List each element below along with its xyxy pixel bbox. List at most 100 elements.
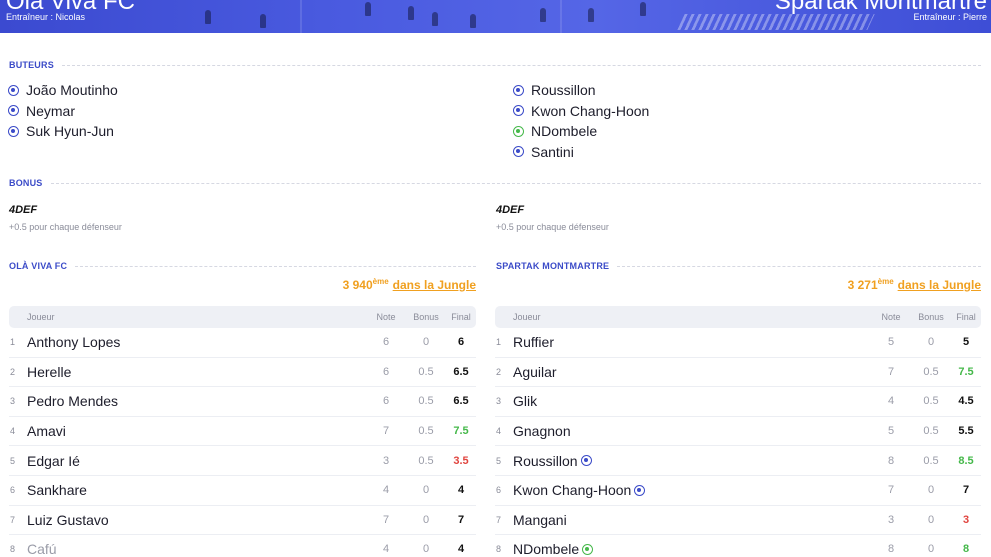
player-final: 6.5 <box>453 395 469 408</box>
table-row[interactable]: 8 NDombele 8 0 8 <box>495 535 981 557</box>
player-name[interactable]: Gnagnon <box>513 423 871 439</box>
player-final: 3 <box>962 513 970 526</box>
player-bonus: 0 <box>422 513 430 526</box>
scorer-item: Neymar <box>8 101 118 122</box>
player-number: 8 <box>496 544 502 555</box>
table-row[interactable]: 7 Luiz Gustavo 7 0 7 <box>9 506 476 536</box>
player-name[interactable]: Aguilar <box>513 364 871 380</box>
player-bonus: 0 <box>422 543 430 556</box>
player-number: 5 <box>496 455 502 466</box>
scorer-item: NDombele <box>513 121 649 142</box>
player-name[interactable]: Herelle <box>27 364 366 380</box>
player-final: 6 <box>457 336 465 349</box>
ball-icon <box>8 84 19 96</box>
player-bonus: 0 <box>927 484 935 497</box>
player-bonus: 0.5 <box>923 425 939 438</box>
player-bonus: 0.5 <box>418 395 434 408</box>
match-header-banner: Olà Viva FC Entraîneur : Nicolas Spartak… <box>0 0 991 33</box>
scorer-item: Roussillon <box>513 80 649 101</box>
player-name[interactable]: Amavi <box>27 423 366 439</box>
player-name[interactable]: Anthony Lopes <box>27 334 366 350</box>
home-jungle-link[interactable]: dans la Jungle <box>393 278 476 292</box>
player-number: 7 <box>496 514 502 525</box>
player-note: 4 <box>382 543 390 556</box>
table-header: Joueur Note Bonus Final <box>495 306 981 328</box>
table-row[interactable]: 1 Ruffier 5 0 5 <box>495 328 981 358</box>
table-row[interactable]: 4 Gnagnon 5 0.5 5.5 <box>495 417 981 447</box>
player-name[interactable]: Cafú <box>27 541 366 557</box>
table-row[interactable]: 2 Herelle 6 0.5 6.5 <box>9 358 476 388</box>
player-name[interactable]: NDombele <box>513 541 871 557</box>
player-final: 5 <box>962 336 970 349</box>
table-body: 1 Ruffier 5 0 5 2 Aguilar 7 0.5 7.5 3 Glik 4 0.5 4.5 4 G… <box>495 328 981 557</box>
player-number: 4 <box>496 426 502 437</box>
table-row[interactable]: 6 Kwon Chang-Hoon 7 0 7 <box>495 476 981 506</box>
table-row[interactable]: 5 Roussillon 8 0.5 8.5 <box>495 446 981 476</box>
ball-icon-green <box>513 125 524 137</box>
away-bonus-name: 4DEF <box>496 204 525 216</box>
player-bonus: 0 <box>422 484 430 497</box>
player-bonus: 0 <box>927 336 935 349</box>
player-number: 3 <box>10 396 16 407</box>
ball-icon <box>8 105 19 117</box>
player-note: 6 <box>382 336 390 349</box>
player-final: 4 <box>457 484 465 497</box>
player-bonus: 0 <box>927 513 935 526</box>
table-row[interactable]: 8 Cafú 4 0 4 <box>9 535 476 557</box>
ball-icon <box>580 455 592 467</box>
table-row[interactable]: 4 Amavi 7 0.5 7.5 <box>9 417 476 447</box>
player-note: 3 <box>887 513 895 526</box>
player-final: 7 <box>962 484 970 497</box>
table-row[interactable]: 7 Mangani 3 0 3 <box>495 506 981 536</box>
table-row[interactable]: 6 Sankhare 4 0 4 <box>9 476 476 506</box>
bonus-section-title: BONUS <box>9 178 981 188</box>
player-note: 7 <box>887 365 895 378</box>
player-note: 4 <box>887 395 895 408</box>
player-name[interactable]: Kwon Chang-Hoon <box>513 482 871 498</box>
player-note: 5 <box>887 336 895 349</box>
player-name[interactable]: Pedro Mendes <box>27 393 366 409</box>
player-note: 3 <box>382 454 390 467</box>
player-final: 6.5 <box>453 365 469 378</box>
player-final: 7.5 <box>453 425 469 438</box>
home-players-table: Joueur Note Bonus Final 1 Anthony Lopes 6 0… <box>9 306 476 557</box>
away-players-table: Joueur Note Bonus Final 1 Ruffier 5 0 5 2 Agui… <box>495 306 981 557</box>
player-note: 7 <box>382 513 390 526</box>
ball-icon <box>634 484 646 496</box>
player-name[interactable]: Edgar Ié <box>27 453 366 469</box>
home-bonus-description: +0.5 pour chaque défenseur <box>9 222 122 232</box>
player-number: 2 <box>496 366 502 377</box>
table-row[interactable]: 1 Anthony Lopes 6 0 6 <box>9 328 476 358</box>
table-row[interactable]: 5 Edgar Ié 3 0.5 3.5 <box>9 446 476 476</box>
table-row[interactable]: 2 Aguilar 7 0.5 7.5 <box>495 358 981 388</box>
player-name[interactable]: Roussillon <box>513 453 871 469</box>
table-row[interactable]: 3 Pedro Mendes 6 0.5 6.5 <box>9 387 476 417</box>
player-bonus: 0 <box>927 543 935 556</box>
scorer-item: João Moutinho <box>8 80 118 101</box>
player-note: 4 <box>382 484 390 497</box>
player-final: 7.5 <box>958 365 974 378</box>
player-number: 8 <box>10 544 16 555</box>
player-name[interactable]: Glik <box>513 393 871 409</box>
player-number: 3 <box>496 396 502 407</box>
player-name[interactable]: Ruffier <box>513 334 871 350</box>
player-note: 8 <box>887 543 895 556</box>
ball-icon <box>513 105 524 117</box>
table-row[interactable]: 3 Glik 4 0.5 4.5 <box>495 387 981 417</box>
ball-icon <box>513 146 524 158</box>
player-bonus: 0 <box>422 336 430 349</box>
away-jungle-link[interactable]: dans la Jungle <box>898 278 981 292</box>
player-name[interactable]: Luiz Gustavo <box>27 512 366 528</box>
player-note: 7 <box>382 425 390 438</box>
player-final: 4 <box>457 543 465 556</box>
table-body: 1 Anthony Lopes 6 0 6 2 Herelle 6 0.5 6.5 3 Pedro M… <box>9 328 476 557</box>
player-name[interactable]: Mangani <box>513 512 871 528</box>
home-team-coach: Entraîneur : Nicolas <box>6 12 86 22</box>
player-bonus: 0.5 <box>418 365 434 378</box>
away-team-coach: Entraîneur : Pierre <box>913 12 987 22</box>
home-team-rank: 3 940ème dans la Jungle <box>342 277 476 292</box>
home-team-section-title: OLÀ VIVA FC <box>9 261 476 271</box>
player-name[interactable]: Sankhare <box>27 482 366 498</box>
player-note: 6 <box>382 395 390 408</box>
scorers-section-title: BUTEURS <box>9 60 981 70</box>
